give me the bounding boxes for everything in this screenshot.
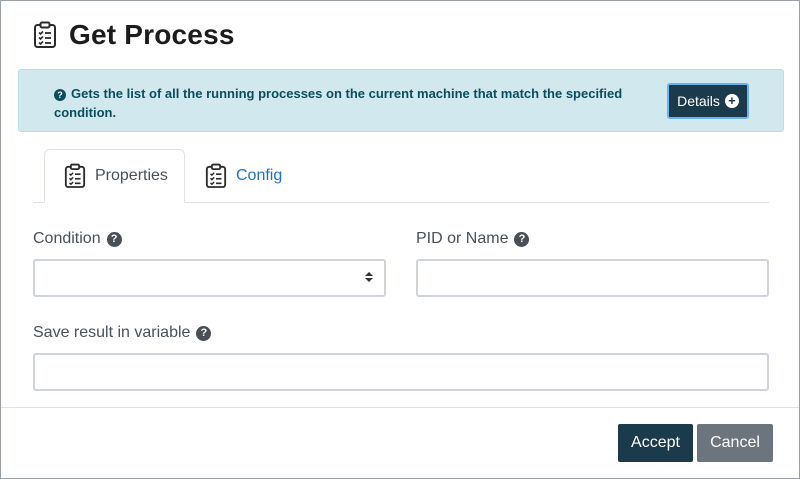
help-icon[interactable]: ?	[196, 325, 212, 341]
clipboard-list-icon	[33, 20, 59, 50]
accept-button[interactable]: Accept	[618, 424, 693, 462]
tab-properties-label: Properties	[95, 167, 168, 184]
tab-config[interactable]: Config	[205, 149, 305, 203]
pid-label: PID or Name	[416, 230, 509, 247]
save-variable-label-row: Save result in variable ?	[33, 324, 212, 342]
tab-properties[interactable]: Properties	[44, 149, 185, 203]
cancel-button[interactable]: Cancel	[697, 424, 773, 462]
pid-input[interactable]	[416, 259, 769, 297]
get-process-dialog: Get Process ? Gets the list of all the ru…	[0, 0, 800, 479]
condition-label: Condition	[33, 230, 101, 247]
dialog-header: Get Process	[33, 19, 235, 51]
details-button[interactable]: Details +	[667, 83, 749, 119]
question-circle-icon: ?	[54, 89, 66, 101]
help-icon[interactable]: ?	[514, 231, 530, 247]
clipboard-list-icon	[64, 162, 88, 190]
details-button-label: Details	[677, 93, 720, 109]
plus-circle-icon: +	[724, 94, 739, 108]
alert-description: Gets the list of all the running process…	[54, 86, 623, 120]
tab-config-label: Config	[236, 167, 283, 184]
save-variable-input[interactable]	[33, 353, 769, 391]
dialog-title: Get Process	[69, 19, 235, 50]
pid-label-row: PID or Name ?	[416, 230, 530, 248]
footer-divider	[1, 407, 799, 408]
help-icon[interactable]: ?	[106, 231, 122, 247]
condition-label-row: Condition ?	[33, 230, 122, 248]
save-variable-label: Save result in variable	[33, 324, 191, 341]
clipboard-list-icon	[205, 162, 229, 190]
select-arrows-icon	[365, 270, 373, 284]
condition-select[interactable]	[33, 259, 386, 297]
